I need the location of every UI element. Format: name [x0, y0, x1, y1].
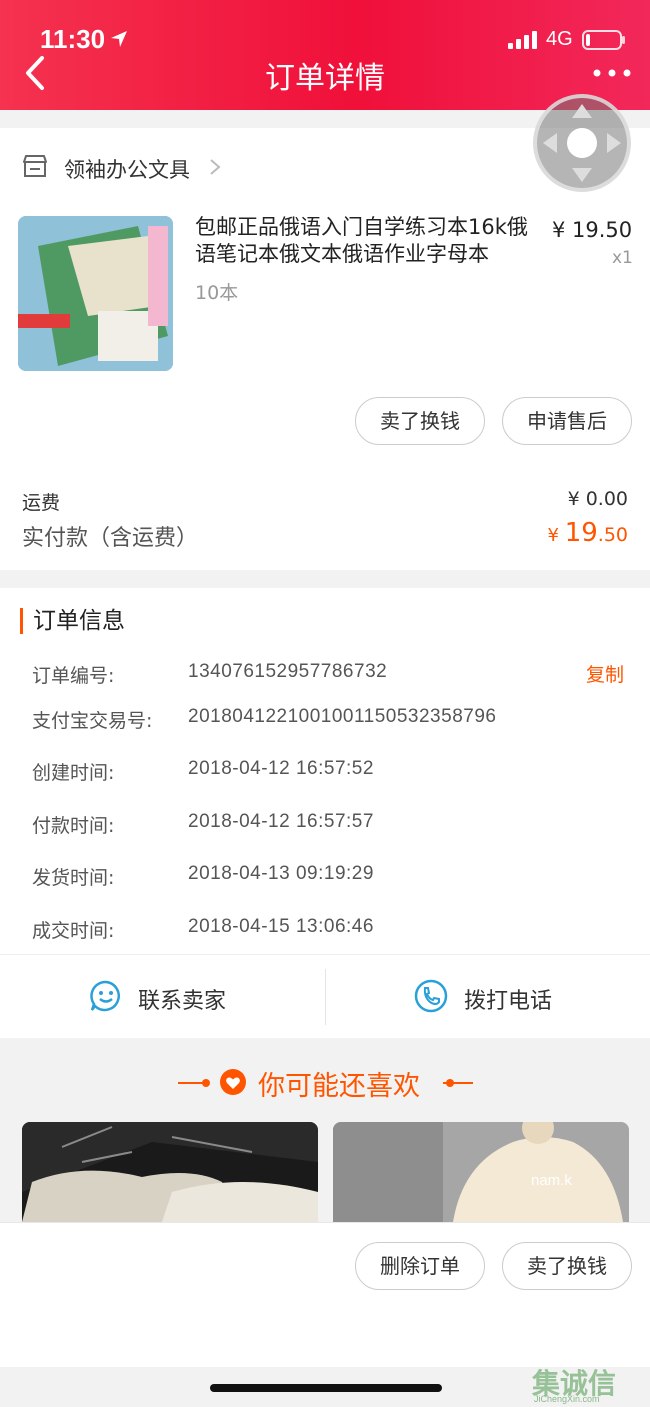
- order-number-value: 134076152957786732: [188, 661, 388, 682]
- alipay-trade-label: 支付宝交易号:: [32, 710, 153, 732]
- product-image[interactable]: [18, 216, 173, 371]
- paid-label: 实付款（含运费）: [22, 526, 199, 551]
- alipay-trade-value: 2018041221001001150532358796: [188, 706, 497, 727]
- product-price: ¥ 19.50: [552, 218, 633, 242]
- shipping-label: 运费: [22, 492, 61, 514]
- recommend-dot-left: [202, 1079, 210, 1087]
- recommend-header: 你可能还喜欢: [0, 1062, 650, 1102]
- watermark-logo: 集诚信 JiChengXin.com: [532, 1356, 648, 1406]
- shoes-photo: [22, 1122, 318, 1222]
- bottom-sell-for-cash-button[interactable]: 卖了换钱: [502, 1242, 632, 1290]
- delete-order-button[interactable]: 删除订单: [355, 1242, 485, 1290]
- order-info-title: 订单信息: [20, 608, 125, 634]
- page-title: 订单详情: [265, 61, 385, 96]
- paid-time-label: 付款时间:: [32, 815, 115, 837]
- battery-icon: [582, 30, 625, 50]
- recommend-item-shoes[interactable]: [22, 1122, 318, 1222]
- product-quantity: x1: [612, 248, 633, 268]
- heart-icon: [220, 1069, 246, 1095]
- signal-bars-icon: [508, 31, 537, 49]
- contact-seller-label: 联系卖家: [138, 989, 227, 1014]
- network-type: 4G: [546, 28, 573, 50]
- more-dots-icon[interactable]: [592, 64, 632, 82]
- app-header: 11:30 4G 订单详情: [0, 0, 650, 110]
- completed-time-value: 2018-04-15 13:06:46: [188, 916, 374, 937]
- after-sale-button[interactable]: 申请售后: [502, 397, 632, 445]
- paid-amount: ¥ 19.50: [548, 518, 629, 548]
- direction-pad-icon: [543, 104, 621, 182]
- location-arrow-icon: [111, 31, 127, 47]
- recommend-item-sweater[interactable]: nam.k: [333, 1122, 629, 1222]
- recommend-line-right: [443, 1082, 473, 1084]
- watermark-subtext: JiChengXin.com: [534, 1394, 600, 1404]
- completed-time-label: 成交时间:: [32, 920, 115, 942]
- call-phone-button[interactable]: 拨打电话: [326, 955, 650, 1039]
- order-number-label: 订单编号:: [32, 665, 115, 687]
- home-indicator[interactable]: [210, 1384, 442, 1392]
- paid-currency: ¥: [547, 525, 565, 546]
- status-time: 11:30: [40, 24, 106, 54]
- created-time-value: 2018-04-12 16:57:52: [188, 758, 374, 779]
- contact-row: 联系卖家 拨打电话: [0, 954, 650, 1038]
- paid-integer: 19: [564, 518, 598, 548]
- sweater-photo: [333, 1122, 629, 1222]
- recommend-item-brand-label: nam.k: [531, 1172, 572, 1189]
- shipping-value: ¥ 0.00: [567, 488, 628, 510]
- product-title[interactable]: 包邮正品俄语入门自学练习本16k俄语笔记本俄文本俄语作业字母本: [195, 214, 540, 268]
- product-sku: 10本: [195, 282, 239, 304]
- recommend-title: 你可能还喜欢: [258, 1071, 420, 1102]
- paid-decimal: .50: [597, 524, 628, 546]
- phone-icon: [414, 979, 448, 1013]
- sell-for-cash-button[interactable]: 卖了换钱: [355, 397, 485, 445]
- assistive-touch-button[interactable]: [533, 94, 631, 192]
- shop-name: 领袖办公文具: [64, 158, 190, 182]
- chat-face-icon: [90, 980, 120, 1012]
- store-icon: [23, 155, 47, 177]
- copy-order-number-button[interactable]: 复制: [586, 660, 624, 687]
- contact-seller-button[interactable]: 联系卖家: [0, 955, 325, 1039]
- chevron-right-icon: [210, 159, 221, 175]
- paid-time-value: 2018-04-12 16:57:57: [188, 811, 374, 832]
- notebook-photo: [18, 216, 173, 371]
- shipped-time-label: 发货时间:: [32, 867, 115, 889]
- shipped-time-value: 2018-04-13 09:19:29: [188, 863, 374, 884]
- created-time-label: 创建时间:: [32, 762, 115, 784]
- call-phone-label: 拨打电话: [464, 989, 553, 1014]
